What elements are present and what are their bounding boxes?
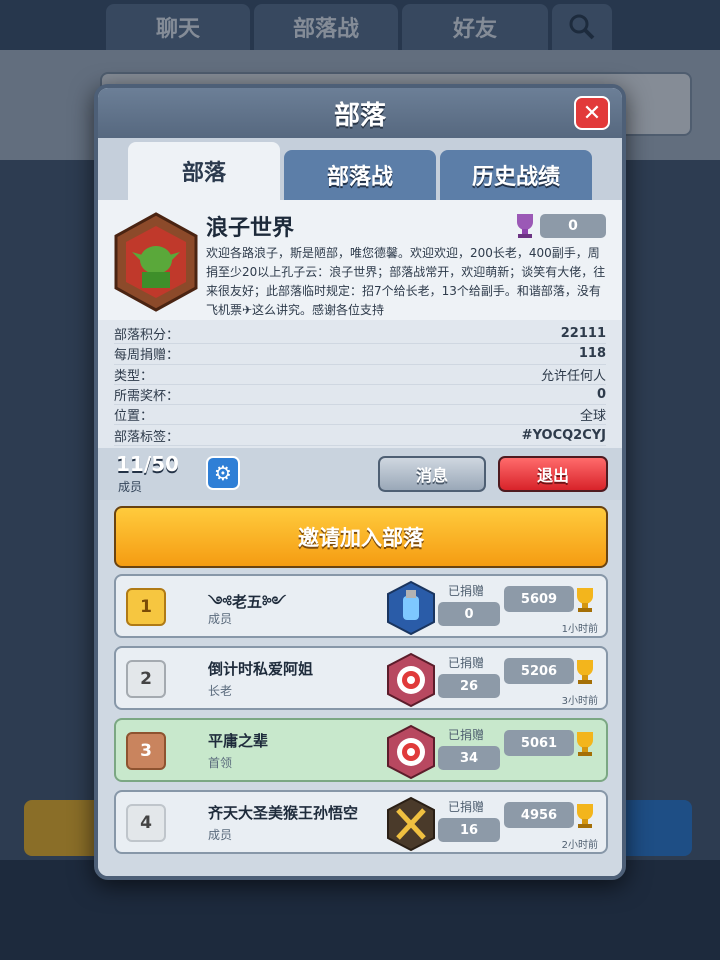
rank-badge: 4 [126,804,166,842]
donated-value: 16 [438,818,500,842]
clan-badge-icon [114,212,198,312]
stat-label: 所需奖杯： [114,389,180,405]
close-icon: ✕ [582,100,602,126]
tab-clan[interactable]: 部落 [128,142,280,200]
message-button[interactable]: 消息 [378,456,486,492]
member-name: 平庸之辈 [208,732,269,750]
war-trophy-count: 0 [540,214,606,238]
stat-row-required-trophies: 所需奖杯： 0 [114,385,606,406]
target-arena-icon [387,652,435,708]
trophy-icon [577,660,593,684]
invite-button[interactable]: 邀请加入部落 [114,506,608,568]
donated-label: 已捐赠 [448,800,485,814]
list-item[interactable]: 3 平庸之辈 首领 已捐赠 34 5061 [114,718,608,782]
member-name: 齐天大圣美猴王孙悟空 [208,804,359,822]
clan-modal: 部落 ✕ 部落 部落战 历史战绩 浪子世界 0 欢迎各路浪子，斯是陋部，唯您德馨… [94,84,626,880]
modal-tabs: 部落 部落战 历史战绩 [98,138,622,200]
stat-value: 22111 [560,326,606,342]
stat-value: 全球 [579,409,606,425]
spell-arena-icon [387,580,435,636]
war-trophy-box: 0 [510,210,606,240]
close-button[interactable]: ✕ [574,96,610,130]
stat-value: #YOCQ2CYJ [521,427,606,443]
trophy-icon [577,804,593,828]
list-item[interactable]: 2 倒计时私爱阿姐 长老 已捐赠 26 5206 3小时前 [114,646,608,710]
trophy-icon [577,732,593,756]
trophy-value: 5609 [504,586,574,612]
member-bar: 11/50 成员 ⚙ 消息 退出 [98,448,622,500]
member-role: 成员 [208,612,233,626]
stat-label: 位置： [114,409,154,425]
stat-label: 部落标签： [114,429,180,445]
donated-value: 0 [438,602,500,626]
stat-row-donations: 每周捐赠： 118 [114,344,606,365]
member-role: 成员 [208,828,233,842]
donated-value: 34 [438,746,500,770]
tab-history[interactable]: 历史战绩 [440,150,592,200]
stat-label: 每周捐赠： [114,348,180,364]
invite-area: 邀请加入部落 [98,500,622,574]
stat-value: 允许任何人 [540,368,606,384]
last-seen: 2小时前 [561,840,598,851]
donated-value: 26 [438,674,500,698]
tab-war[interactable]: 部落战 [284,150,436,200]
member-label: 成员 [118,480,143,494]
donated-label: 已捐赠 [448,728,485,742]
trophy-value: 5206 [504,658,574,684]
clan-name: 浪子世界 [206,216,295,241]
list-item[interactable]: 4 齐天大圣美猴王孙悟空 成员 已捐赠 16 4956 2小时前 [114,790,608,854]
clan-stats: 部落积分： 22111 每周捐赠： 118 类型： 允许任何人 所需奖杯： 0 位置： 全… [98,320,622,448]
member-name: 倒计时私爱阿姐 [208,660,314,678]
war-trophy-icon [517,214,533,238]
last-seen: 1小时前 [561,624,598,635]
list-item[interactable]: 1 ༺老五༻ 成员 已捐赠 0 5609 1小时前 [114,574,608,638]
trophy-value: 5061 [504,730,574,756]
stat-row-type: 类型： 允许任何人 [114,365,606,385]
member-role: 首领 [208,756,233,770]
gear-icon: ⚙ [214,461,232,485]
trophy-icon [577,588,593,612]
rank-badge: 2 [126,660,166,698]
modal-header: 部落 ✕ [98,88,622,138]
member-list: 1 ༺老五༻ 成员 已捐赠 0 5609 1小时前 2 倒计时私爱阿姐 长老 已… [98,574,622,876]
target-arena-icon [387,724,435,780]
clan-info: 浪子世界 0 欢迎各路浪子，斯是陋部，唯您德馨。欢迎欢迎，200长老，400副手… [98,200,622,320]
stat-row-tag: 部落标签： #YOCQ2CYJ [114,425,606,446]
donated-label: 已捐赠 [448,656,485,670]
member-count: 11/50 [116,452,179,476]
member-role: 长老 [208,684,233,698]
stat-label: 类型： [114,368,154,384]
stat-value: 118 [578,346,606,362]
stat-row-score: 部落积分： 22111 [114,324,606,345]
stat-row-location: 位置： 全球 [114,405,606,426]
last-seen: 3小时前 [561,696,598,707]
exit-button[interactable]: 退出 [498,456,608,492]
trophy-value: 4956 [504,802,574,828]
settings-button[interactable]: ⚙ [206,456,240,490]
swords-arena-icon [387,796,435,852]
rank-badge: 3 [126,732,166,770]
stat-label: 部落积分： [114,328,180,344]
donated-label: 已捐赠 [448,584,485,598]
modal-title: 部落 [333,100,386,131]
stat-value: 0 [596,387,606,403]
clan-description: 欢迎各路浪子，斯是陋部，唯您德馨。欢迎欢迎，200长老，400副手，周捐至少20… [206,246,606,317]
rank-badge: 1 [126,588,166,626]
